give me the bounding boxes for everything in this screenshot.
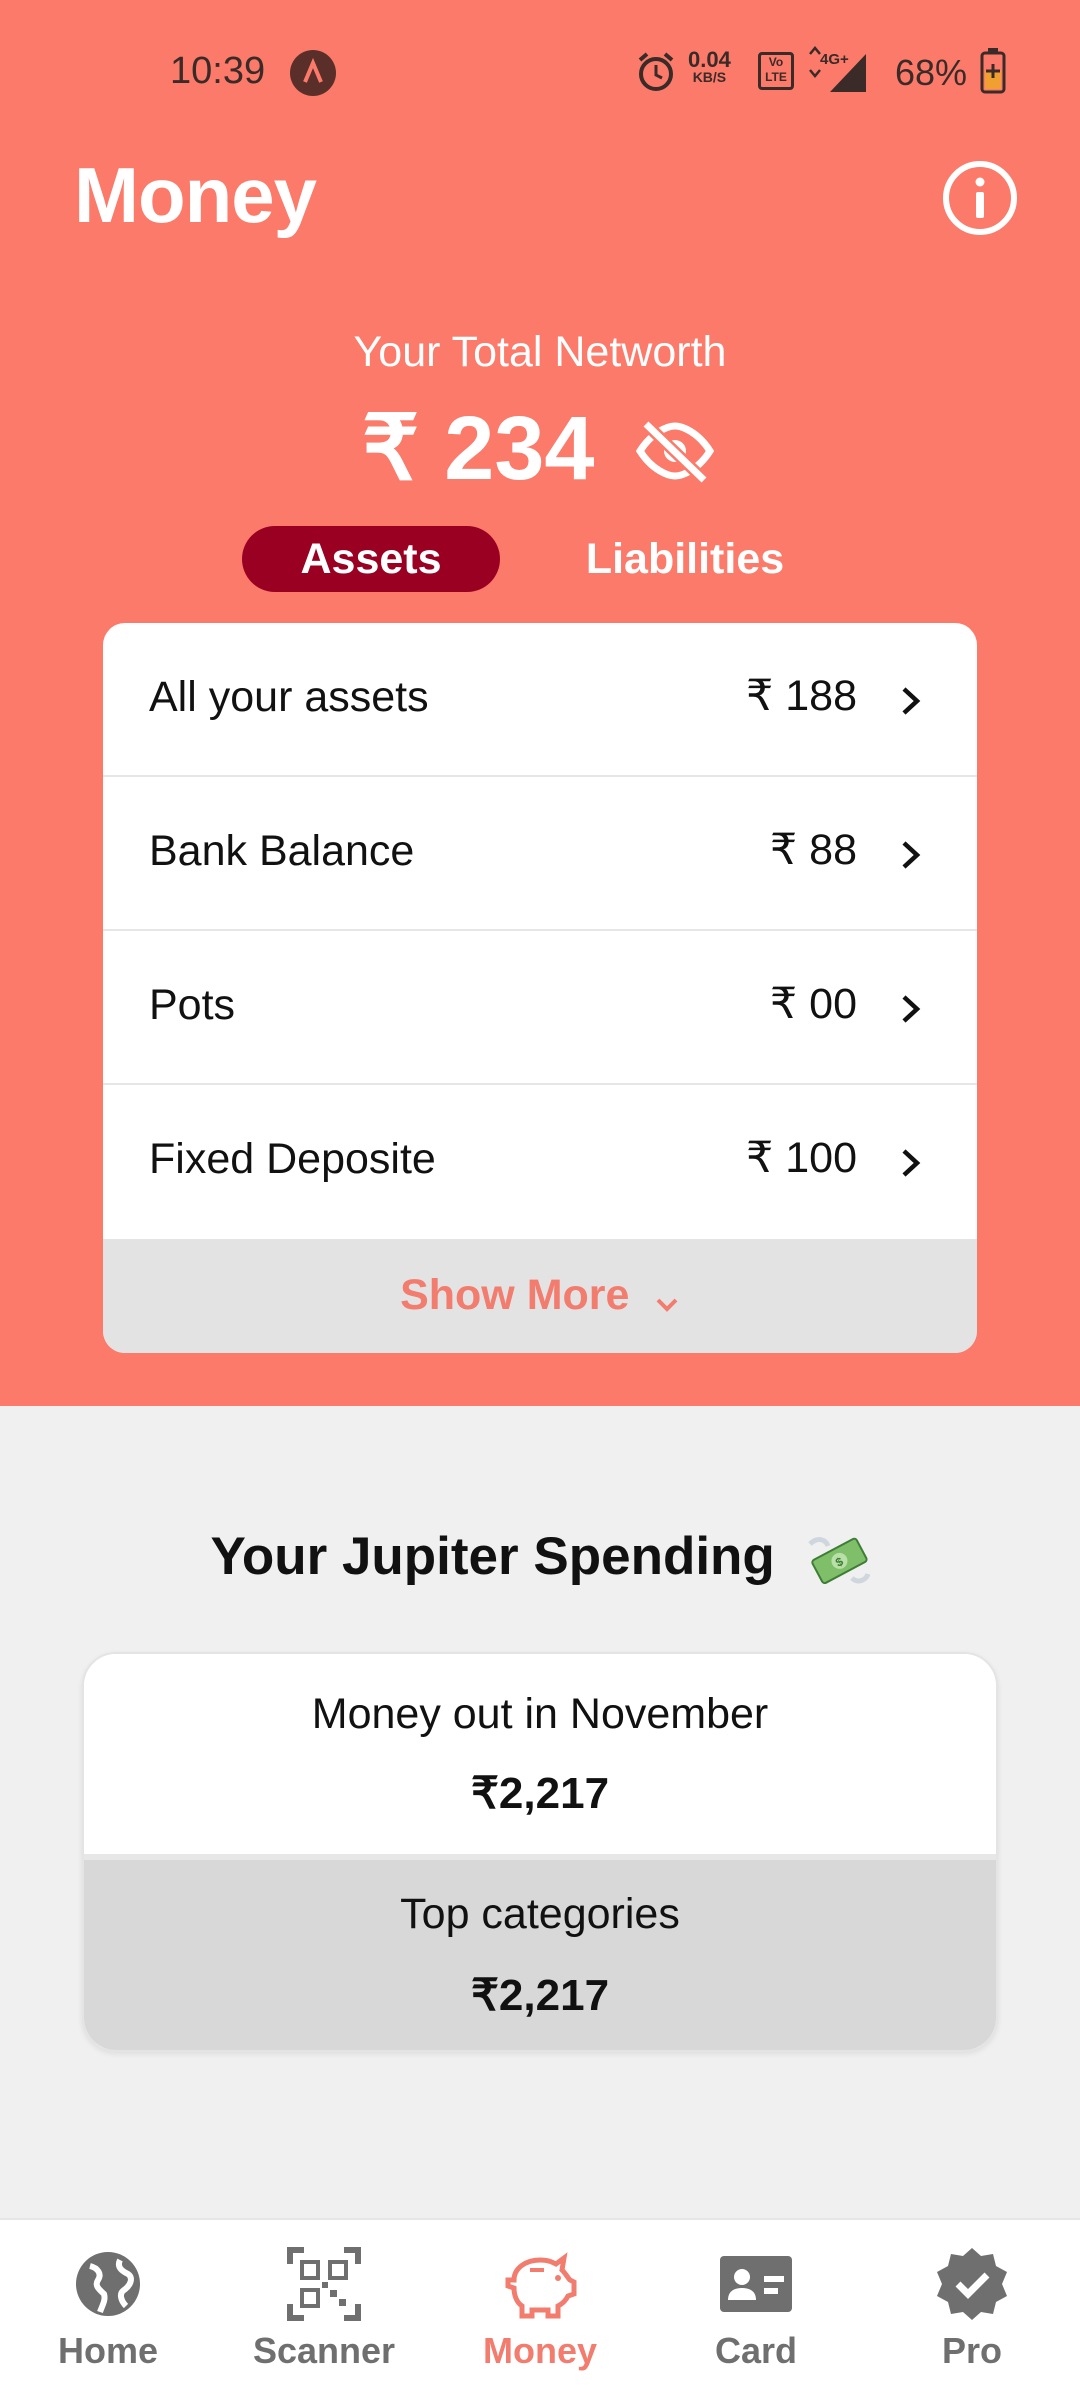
id-card-icon (720, 2256, 792, 2312)
piggy-bank-icon (505, 2252, 577, 2319)
nav-label: Money (482, 2330, 597, 2371)
asset-label: Pots (149, 981, 236, 1029)
bottom-navigation: Home Scanner Money Card Pro (0, 2218, 1080, 2400)
verified-badge-icon (937, 2248, 1007, 2320)
show-more-label: Show More (400, 1271, 630, 1319)
nav-money[interactable]: Money (432, 2220, 648, 2400)
nav-scanner[interactable]: Scanner (216, 2220, 432, 2400)
page-title: Money (74, 151, 317, 239)
eye-off-icon[interactable] (636, 418, 714, 484)
spending-title-text: Your Jupiter Spending (210, 1527, 775, 1586)
chevron-right-icon (902, 995, 921, 1023)
battery-percentage: 68% (895, 52, 968, 93)
spending-section-title: Your Jupiter Spending $ (0, 1526, 1080, 1587)
battery-charging-icon (980, 48, 1006, 94)
nav-pro[interactable]: Pro (864, 2220, 1080, 2400)
top-categories-value: ₹2,217 (470, 1971, 610, 2020)
volte-icon: Vo LTE (758, 52, 794, 90)
nav-home[interactable]: Home (0, 2220, 216, 2400)
network-type: 4G+ (820, 51, 849, 68)
globe-icon (76, 2252, 140, 2316)
status-time: 10:39 (170, 50, 266, 92)
asset-label: Bank Balance (149, 827, 415, 875)
money-out-label: Money out in November (311, 1690, 769, 1738)
asset-row-bank-balance[interactable]: Bank Balance ₹ 88 (103, 777, 977, 931)
info-circle-icon[interactable] (940, 158, 1020, 238)
nav-card[interactable]: Card (648, 2220, 864, 2400)
money-with-wings-icon: $ (807, 1537, 870, 1585)
asset-value: ₹ 88 (769, 826, 857, 874)
nav-label: Card (714, 2330, 798, 2371)
show-more-button[interactable]: Show More (103, 1239, 977, 1353)
nav-label: Scanner (252, 2330, 396, 2371)
nav-label: Home (57, 2330, 159, 2371)
top-categories-label: Top categories (400, 1890, 680, 1938)
qr-code-icon (287, 2247, 361, 2321)
alarm-icon (638, 52, 674, 91)
assets-card: All your assets ₹ 188 Bank Balance ₹ 88 … (103, 623, 977, 1353)
asset-value: ₹ 00 (769, 980, 857, 1028)
money-out-section[interactable]: Money out in November ₹2,217 (84, 1654, 996, 1854)
signal-4g-icon: 4G+ (809, 46, 866, 92)
nav-label: Pro (941, 2330, 1002, 2371)
chevron-down-icon (656, 1298, 678, 1312)
asset-value: ₹ 188 (745, 672, 857, 720)
chevron-right-icon (902, 841, 921, 869)
navigation-app-icon (290, 50, 336, 96)
tab-liabilities[interactable]: Liabilities (560, 526, 810, 592)
asset-label: All your assets (149, 673, 429, 721)
networth-row: ₹ 234 (0, 396, 1080, 499)
tab-assets[interactable]: Assets (242, 526, 500, 592)
money-header: 10:39 0.04 KB/S Vo LTE 4G+ 68% Money You… (0, 0, 1080, 1406)
asset-row-fixed-deposit[interactable]: Fixed Deposite ₹ 100 (103, 1085, 977, 1239)
asset-label: Fixed Deposite (149, 1135, 436, 1183)
network-speed-value: 0.04 (688, 47, 731, 72)
network-speed: 0.04 KB/S (688, 47, 731, 85)
asset-value: ₹ 100 (745, 1134, 857, 1182)
networth-value: ₹ 234 (362, 399, 595, 499)
network-speed-unit: KB/S (692, 69, 727, 85)
chevron-right-icon (902, 687, 921, 715)
money-out-value: ₹2,217 (470, 1769, 610, 1818)
spending-card: Money out in November ₹2,217 Top categor… (82, 1652, 998, 2052)
top-categories-section[interactable]: Top categories ₹2,217 (84, 1854, 996, 2050)
status-bar: 10:39 0.04 KB/S Vo LTE 4G+ 68% (0, 0, 1080, 145)
asset-row-pots[interactable]: Pots ₹ 00 (103, 931, 977, 1085)
asset-row-all[interactable]: All your assets ₹ 188 (103, 623, 977, 777)
chevron-right-icon (902, 1149, 921, 1177)
networth-label: Your Total Networth (353, 328, 727, 376)
